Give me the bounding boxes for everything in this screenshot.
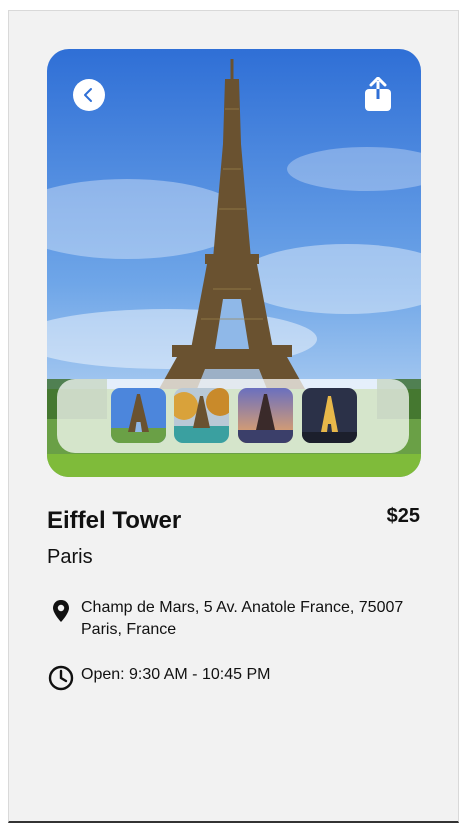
hours-row: Open: 9:30 AM - 10:45 PM xyxy=(47,664,421,692)
hours-text: Open: 9:30 AM - 10:45 PM xyxy=(81,666,271,683)
gallery-thumbnail[interactable] xyxy=(174,388,229,443)
gallery-thumbnail[interactable] xyxy=(111,388,166,443)
place-city: Paris xyxy=(47,546,93,568)
gallery-thumbnail[interactable] xyxy=(302,388,357,443)
place-title: Eiffel Tower xyxy=(47,507,182,534)
gallery-thumbnail[interactable] xyxy=(238,388,293,443)
chevron-left-icon xyxy=(84,88,92,102)
share-icon xyxy=(365,76,391,111)
ticket-price: $25 xyxy=(386,505,420,527)
eiffel-night-thumb xyxy=(302,388,357,443)
map-pin-icon xyxy=(53,600,69,622)
eiffel-autumn-thumb xyxy=(174,388,229,443)
address-row: Champ de Mars, 5 Av. Anatole France, 750… xyxy=(47,597,421,641)
clock-icon xyxy=(48,665,74,691)
photo-gallery xyxy=(57,379,409,453)
back-button[interactable] xyxy=(73,79,105,111)
eiffel-day-thumb xyxy=(111,388,166,443)
app-screen: Eiffel Tower $25 Paris Champ de Mars, 5 … xyxy=(8,10,459,823)
hero-image xyxy=(47,49,421,477)
eiffel-sunset-thumb xyxy=(238,388,293,443)
address-text: Champ de Mars, 5 Av. Anatole France, 750… xyxy=(81,599,404,638)
share-button[interactable] xyxy=(363,76,393,113)
